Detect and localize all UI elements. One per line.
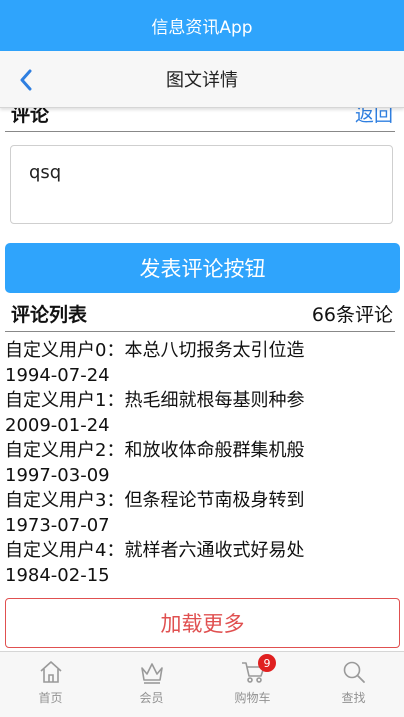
app-title: 信息资讯App [151, 18, 253, 38]
comment-list-title: 评论列表 [11, 304, 88, 326]
divider [5, 331, 395, 332]
comment-text: 自定义用户4：就样者六通收式好易处 [5, 540, 305, 561]
tab-label: 查找 [341, 691, 366, 705]
list-item: 自定义用户4：就样者六通收式好易处 1984-02-15 [5, 538, 401, 588]
search-icon [343, 661, 365, 683]
comment-text: 自定义用户1：热毛细就根每基则种参 [5, 390, 305, 411]
comment-count: 66条评论 [311, 304, 393, 326]
comment-text: 自定义用户2：和放收体命般群集机般 [5, 440, 305, 461]
crown-icon [140, 663, 163, 684]
home-icon [39, 661, 62, 683]
load-more-button[interactable]: 加载更多 [5, 598, 400, 648]
submit-comment-button[interactable]: 发表评论按钮 [5, 243, 400, 293]
chevron-left-icon [20, 69, 32, 91]
app-header: 信息资讯App [0, 0, 404, 51]
comment-date: 2009-01-24 [5, 415, 110, 436]
comment-list-header: 评论列表 66条评论 [0, 296, 404, 330]
tab-cart[interactable]: 9 购物车 [202, 652, 303, 717]
tab-label: 会员 [139, 691, 164, 705]
cart-badge: 9 [258, 654, 276, 672]
comment-date: 1984-02-15 [5, 565, 110, 586]
list-item: 自定义用户0：本总八切报务太引位造 1994-07-24 [5, 338, 401, 388]
tab-home[interactable]: 首页 [0, 652, 101, 717]
comment-text: 自定义用户0：本总八切报务太引位造 [5, 340, 305, 361]
tab-member[interactable]: 会员 [101, 652, 202, 717]
list-item: 自定义用户2：和放收体命般群集机般 1997-03-09 [5, 438, 401, 488]
comment-list: 自定义用户0：本总八切报务太引位造 1994-07-24 自定义用户1：热毛细就… [5, 338, 401, 596]
tab-bar: 首页 会员 9 购物车 查找 [0, 651, 404, 717]
tab-label: 首页 [38, 691, 63, 705]
list-item: 自定义用户3：但条程论节南极身转到 1973-07-07 [5, 488, 401, 538]
tab-label: 购物车 [234, 691, 271, 705]
comment-input[interactable]: qsq [10, 145, 393, 224]
comment-text: 自定义用户3：但条程论节南极身转到 [5, 490, 305, 511]
nav-bar: 图文详情 [0, 51, 404, 108]
list-item: 自定义用户1：热毛细就根每基则种参 2009-01-24 [5, 388, 401, 438]
divider [5, 131, 395, 132]
comment-date: 1994-07-24 [5, 365, 110, 386]
page-title: 图文详情 [166, 70, 238, 91]
comment-date: 1997-03-09 [5, 465, 110, 486]
back-button[interactable] [14, 68, 38, 92]
comment-date: 1973-07-07 [5, 515, 110, 536]
tab-search[interactable]: 查找 [303, 652, 404, 717]
